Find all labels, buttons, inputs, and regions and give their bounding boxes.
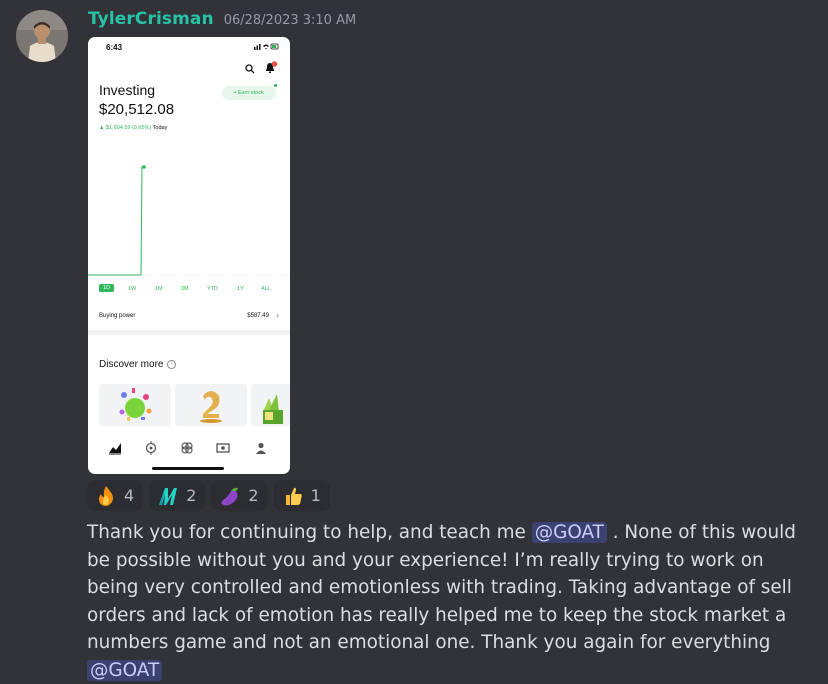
user-mention[interactable]: @GOAT [531,522,607,543]
reactions-bar: 4 2 2 1 [87,480,330,511]
chart-point [142,165,146,169]
message-text: Thank you for continuing to help, and te… [87,522,532,543]
portfolio-value: $20,512.08 [99,101,175,118]
discover-card[interactable] [251,384,290,426]
thumbs-up-icon [285,487,302,505]
reaction-custom-m[interactable]: 2 [149,480,206,511]
reaction-count: 2 [186,486,197,505]
range-all[interactable]: ALL [261,286,271,292]
avatar-image [16,10,68,62]
search-icon[interactable] [245,64,255,74]
custom-m-icon [159,487,178,505]
portfolio-change: ▲ $1,604.59 (9.65%) Today [99,125,167,131]
discover-card[interactable] [99,384,171,426]
home-indicator [152,467,224,470]
range-1y[interactable]: 1Y [237,286,244,292]
gold-coin-icon [200,391,222,423]
earn-notification-dot [274,84,277,87]
discover-heading: Discover more i [99,359,177,370]
reaction-count: 1 [310,486,321,505]
portfolio-title: Investing [99,82,156,98]
fire-icon [99,485,113,506]
image-attachment[interactable]: 6:43 Investing $20,512.08 ▲ $1,604.59 (9… [88,37,290,474]
browse-tab-icon[interactable] [180,441,194,455]
phone-status-time: 6:43 [106,43,123,52]
discover-card[interactable] [175,384,247,426]
change-amount: ▲ $1,604.59 (9.65%) [99,125,152,131]
cash-tab-icon[interactable] [216,441,230,455]
phone-status-icons [254,43,280,52]
reaction-count: 2 [248,486,259,505]
earn-stock-label: Earn stock [237,90,264,96]
crypto-tab-icon[interactable] [144,441,158,455]
avatar[interactable] [16,10,68,62]
range-ytd[interactable]: YTD [207,286,218,292]
user-mention[interactable]: @GOAT [87,659,163,681]
username[interactable]: TylerCrisman [88,9,214,29]
portfolio-chart[interactable] [88,155,290,279]
account-tab-icon[interactable] [254,441,268,455]
chart-tab-icon[interactable] [108,441,122,455]
message-header: TylerCrisman 06/28/2023 3:10 AM [88,9,356,29]
info-icon[interactable]: i [167,359,177,369]
discover-title: Discover more [99,359,164,370]
range-selector: 1D 1W 1M 3M YTD 1Y ALL [98,284,280,296]
message-content: Thank you for continuing to help, and te… [87,519,807,684]
timestamp: 06/28/2023 3:10 AM [223,13,357,28]
eggplant-icon [221,487,239,505]
range-3m[interactable]: 3M [181,286,189,292]
plant-box-icon [263,394,283,424]
buying-power-value: $587.49 [247,313,269,319]
bell-icon[interactable] [264,61,278,74]
signal-wifi-battery-icon [254,43,279,50]
reaction-fire[interactable]: 4 [87,480,144,511]
range-1d[interactable]: 1D [99,284,115,292]
reaction-count: 4 [124,486,135,505]
reaction-eggplant[interactable]: 2 [211,480,268,511]
chevron-right-icon[interactable]: › [276,310,279,320]
change-period: Today [152,125,168,131]
reaction-thumbs-up[interactable]: 1 [273,480,330,511]
buying-power-label[interactable]: Buying power [99,313,135,319]
phone-tab-bar [88,437,290,461]
range-1m[interactable]: 1M [155,286,163,292]
confetti-ball-icon [119,388,152,421]
earn-stock-button[interactable]: ▪ Earn stock [222,86,276,100]
chart-line [88,166,144,276]
section-divider [88,330,290,335]
range-1w[interactable]: 1W [128,286,136,292]
